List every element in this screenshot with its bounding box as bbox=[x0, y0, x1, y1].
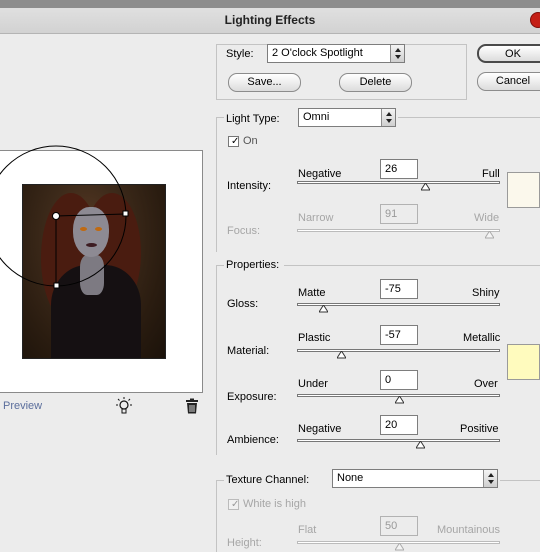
texture-divider-left bbox=[216, 480, 224, 481]
exposure-max-label: Over bbox=[474, 378, 498, 390]
intensity-max-label: Full bbox=[482, 168, 500, 180]
ambience-slider-track[interactable] bbox=[297, 439, 500, 442]
focus-slider-track[interactable] bbox=[297, 229, 500, 232]
intensity-min-label: Negative bbox=[298, 168, 342, 180]
light-color-swatch[interactable] bbox=[507, 172, 540, 208]
ambience-slider-thumb[interactable] bbox=[416, 441, 425, 449]
light-type-group-edge bbox=[216, 117, 217, 252]
texture-channel-label: Texture Channel: bbox=[226, 474, 310, 486]
focus-label: Focus: bbox=[227, 225, 261, 237]
ambience-value-field[interactable]: 20 bbox=[380, 415, 418, 435]
dropdown-arrows-icon bbox=[390, 45, 404, 62]
exposure-slider-thumb[interactable] bbox=[395, 396, 404, 404]
texture-divider-right bbox=[500, 480, 540, 481]
dropdown-arrows-icon bbox=[381, 109, 395, 126]
ambience-label: Ambience: bbox=[227, 434, 279, 446]
ambient-color-swatch[interactable] bbox=[507, 344, 540, 380]
checkmark-icon: ✓ bbox=[231, 499, 240, 510]
light-type-divider-left bbox=[216, 117, 224, 118]
gloss-slider-thumb[interactable] bbox=[319, 305, 328, 313]
height-label: Height: bbox=[227, 537, 262, 549]
exposure-min-label: Under bbox=[298, 378, 328, 390]
light-type-label: Light Type: bbox=[226, 113, 280, 125]
gloss-label: Gloss: bbox=[227, 298, 259, 310]
gloss-max-label: Shiny bbox=[472, 287, 500, 299]
white-is-high-label: White is high bbox=[243, 498, 306, 510]
white-is-high-checkbox[interactable]: ✓ bbox=[228, 499, 239, 510]
save-style-button[interactable]: Save... bbox=[228, 73, 301, 92]
close-window-button[interactable] bbox=[530, 12, 540, 28]
height-slider-thumb[interactable] bbox=[395, 543, 404, 551]
height-value-field[interactable]: 50 bbox=[380, 516, 418, 536]
light-bulb-icon[interactable] bbox=[114, 397, 134, 415]
material-value-field[interactable]: -57 bbox=[380, 325, 418, 345]
material-slider-thumb[interactable] bbox=[337, 351, 346, 359]
material-label: Material: bbox=[227, 345, 270, 357]
texture-channel-value: None bbox=[337, 472, 364, 484]
intensity-label: Intensity: bbox=[227, 180, 272, 192]
light-on-checkbox[interactable]: ✓ bbox=[228, 136, 239, 147]
exposure-label: Exposure: bbox=[227, 391, 277, 403]
properties-divider-right bbox=[284, 265, 540, 266]
properties-group-edge bbox=[216, 265, 217, 455]
preview-image bbox=[22, 184, 166, 359]
light-type-dropdown[interactable]: Omni bbox=[298, 108, 396, 127]
delete-style-button[interactable]: Delete bbox=[339, 73, 412, 92]
style-dropdown[interactable]: 2 O'clock Spotlight bbox=[267, 44, 405, 63]
material-min-label: Plastic bbox=[298, 332, 331, 344]
ok-button[interactable]: OK bbox=[477, 44, 540, 63]
light-type-divider-right bbox=[398, 117, 540, 118]
ambience-min-label: Negative bbox=[298, 423, 342, 435]
height-min-label: Flat bbox=[298, 524, 317, 536]
focus-max-label: Wide bbox=[474, 212, 500, 224]
gloss-value-field[interactable]: -75 bbox=[380, 279, 418, 299]
title-bar-top-edge bbox=[0, 0, 540, 8]
properties-section-label: Properties: bbox=[226, 259, 280, 271]
intensity-slider-track[interactable] bbox=[297, 181, 500, 184]
properties-divider-left bbox=[216, 265, 224, 266]
focus-value-field[interactable]: 91 bbox=[380, 204, 418, 224]
exposure-value-field[interactable]: 0 bbox=[380, 370, 418, 390]
texture-group-edge bbox=[216, 480, 217, 552]
trash-icon[interactable] bbox=[184, 398, 200, 414]
style-dropdown-value: 2 O'clock Spotlight bbox=[272, 47, 363, 59]
focus-min-label: Narrow bbox=[298, 212, 334, 224]
preview-label: Preview bbox=[3, 400, 43, 412]
material-max-label: Metallic bbox=[463, 332, 501, 344]
dropdown-arrows-icon bbox=[483, 470, 497, 487]
material-slider-track[interactable] bbox=[297, 349, 500, 352]
height-max-label: Mountainous bbox=[437, 524, 500, 536]
ambience-max-label: Positive bbox=[460, 423, 499, 435]
gloss-min-label: Matte bbox=[298, 287, 326, 299]
intensity-slider-thumb[interactable] bbox=[421, 183, 430, 191]
light-type-value: Omni bbox=[303, 111, 330, 123]
light-on-label: On bbox=[243, 135, 258, 147]
cancel-button[interactable]: Cancel bbox=[477, 72, 540, 91]
focus-slider-thumb[interactable] bbox=[485, 231, 494, 239]
style-label: Style: bbox=[226, 48, 254, 60]
window-title: Lighting Effects bbox=[224, 13, 316, 27]
texture-channel-dropdown[interactable]: None bbox=[332, 469, 498, 488]
checkmark-icon: ✓ bbox=[231, 136, 240, 147]
intensity-value-field[interactable]: 26 bbox=[380, 159, 418, 179]
